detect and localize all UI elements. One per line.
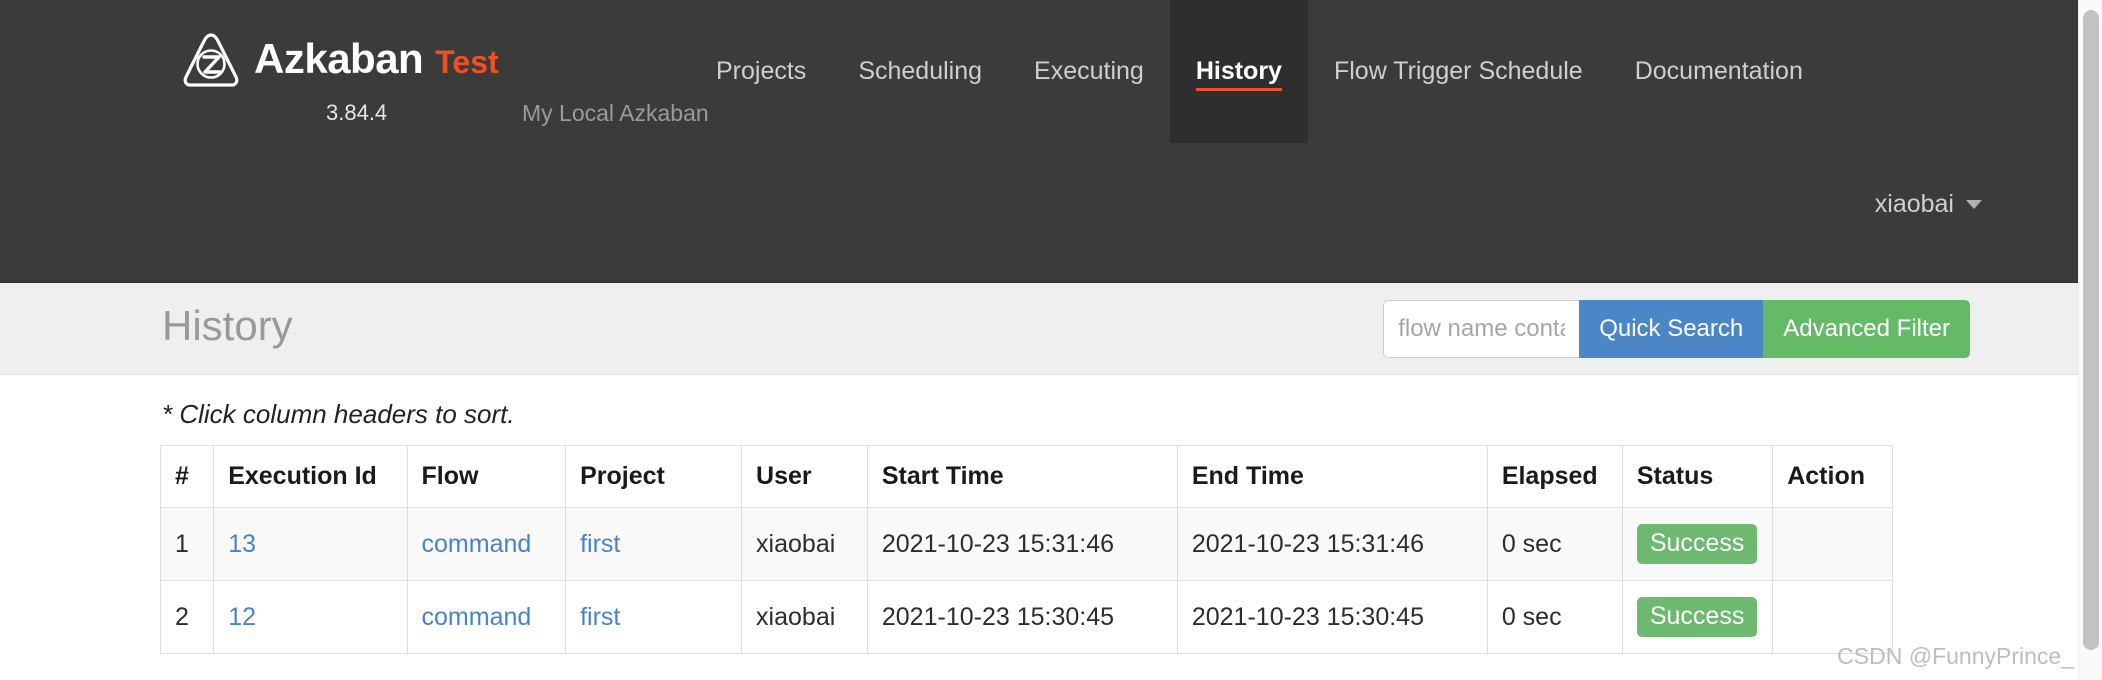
history-table-head: # Execution Id Flow Project User Start T…: [159, 445, 1893, 508]
column-header-flow[interactable]: Flow: [406, 445, 567, 508]
column-header-project[interactable]: Project: [565, 445, 743, 508]
cell-action: [1772, 580, 1893, 654]
column-header-status[interactable]: Status: [1621, 445, 1774, 508]
page-scrollbar[interactable]: [2078, 0, 2102, 680]
cell-action: [1772, 507, 1893, 581]
cell-project: first: [565, 580, 743, 654]
brand-env-label: Test: [435, 44, 499, 80]
table-header-row: # Execution Id Flow Project User Start T…: [159, 445, 1893, 508]
execution-id-link[interactable]: 13: [228, 530, 256, 558]
history-table: # Execution Id Flow Project User Start T…: [159, 445, 1893, 654]
nav-label: Flow Trigger Schedule: [1333, 57, 1583, 85]
nav-label: Projects: [716, 57, 807, 85]
brand[interactable]: Azkaban Test 3.84.4 My Local Azkaban: [178, 18, 709, 127]
brand-version: 3.84.4: [326, 100, 388, 125]
top-navbar: Azkaban Test 3.84.4 My Local Azkaban Proj…: [0, 0, 2102, 283]
column-header-user[interactable]: User: [741, 445, 868, 508]
column-header-execution-id[interactable]: Execution Id: [213, 445, 408, 508]
cell-user: xiaobai: [741, 507, 868, 581]
scrollbar-thumb[interactable]: [2083, 10, 2099, 650]
cell-project: first: [565, 507, 743, 581]
cell-user: xiaobai: [741, 580, 868, 654]
cell-elapsed: 0 sec: [1486, 507, 1623, 581]
cell-execution-id: 12: [213, 580, 408, 654]
user-menu[interactable]: xiaobai: [1875, 190, 1982, 219]
project-link[interactable]: first: [580, 530, 620, 558]
nav-links: Projects Scheduling Executing History Fl…: [690, 0, 1829, 143]
cell-num: 1: [159, 507, 215, 581]
table-row: 2 12 command first xiaobai 2021-10-23 15…: [159, 580, 1893, 654]
status-badge: Success: [1636, 596, 1758, 638]
column-header-elapsed[interactable]: Elapsed: [1486, 445, 1623, 508]
history-table-body: 1 13 command first xiaobai 2021-10-23 15…: [159, 507, 1893, 654]
column-header-action[interactable]: Action: [1772, 445, 1893, 508]
cell-num: 2: [159, 580, 215, 654]
flow-link[interactable]: command: [422, 530, 532, 558]
cell-flow: command: [406, 580, 567, 654]
quick-search-button[interactable]: Quick Search: [1579, 300, 1764, 358]
cell-end-time: 2021-10-23 15:31:46: [1176, 507, 1488, 581]
active-tab-underline: [1195, 88, 1282, 91]
chevron-down-icon: [1966, 200, 1982, 209]
main-content: * Click column headers to sort. # Execut…: [0, 375, 2102, 680]
search-group: Quick Search Advanced Filter: [1383, 300, 1970, 358]
nav-item-projects[interactable]: Projects: [690, 0, 832, 143]
nav-item-history[interactable]: History: [1169, 0, 1308, 143]
flow-link[interactable]: command: [422, 603, 532, 631]
project-link[interactable]: first: [580, 603, 620, 631]
status-badge: Success: [1636, 523, 1758, 565]
user-name: xiaobai: [1874, 190, 1954, 218]
column-header-num[interactable]: #: [159, 445, 215, 508]
cell-flow: command: [406, 507, 567, 581]
brand-title-line: Azkaban Test: [254, 18, 499, 80]
nav-item-scheduling[interactable]: Scheduling: [832, 0, 1008, 143]
brand-name: Azkaban: [254, 35, 424, 82]
history-table-wrapper: # Execution Id Flow Project User Start T…: [159, 445, 1893, 654]
nav-label: Documentation: [1634, 57, 1803, 85]
advanced-filter-button[interactable]: Advanced Filter: [1763, 300, 1970, 358]
page-subheader: History Quick Search Advanced Filter: [0, 283, 2102, 375]
search-input[interactable]: [1383, 300, 1580, 358]
execution-id-link[interactable]: 12: [228, 603, 256, 631]
cell-start-time: 2021-10-23 15:30:45: [866, 580, 1178, 654]
nav-item-flow-trigger-schedule[interactable]: Flow Trigger Schedule: [1308, 0, 1609, 143]
cell-start-time: 2021-10-23 15:31:46: [866, 507, 1178, 581]
nav-label: History: [1195, 57, 1282, 85]
cell-end-time: 2021-10-23 15:30:45: [1176, 580, 1488, 654]
brand-subtitle: My Local Azkaban: [522, 100, 709, 126]
nav-label: Scheduling: [858, 57, 983, 85]
column-header-start-time[interactable]: Start Time: [866, 445, 1178, 508]
navbar-inner: Azkaban Test 3.84.4 My Local Azkaban Proj…: [0, 0, 2102, 218]
sort-hint: * Click column headers to sort.: [162, 399, 515, 429]
cell-elapsed: 0 sec: [1486, 580, 1623, 654]
nav-label: Executing: [1034, 57, 1144, 85]
cell-status: Success: [1621, 580, 1774, 654]
table-row: 1 13 command first xiaobai 2021-10-23 15…: [159, 507, 1893, 581]
cell-execution-id: 13: [213, 507, 408, 581]
nav-item-documentation[interactable]: Documentation: [1609, 0, 1829, 143]
nav-item-executing[interactable]: Executing: [1008, 0, 1170, 143]
page-title: History: [162, 302, 293, 349]
cell-status: Success: [1621, 507, 1774, 581]
azkaban-logo-icon: [183, 33, 239, 87]
column-header-end-time[interactable]: End Time: [1176, 445, 1488, 508]
brand-text: Azkaban Test 3.84.4 My Local Azkaban: [254, 18, 709, 127]
